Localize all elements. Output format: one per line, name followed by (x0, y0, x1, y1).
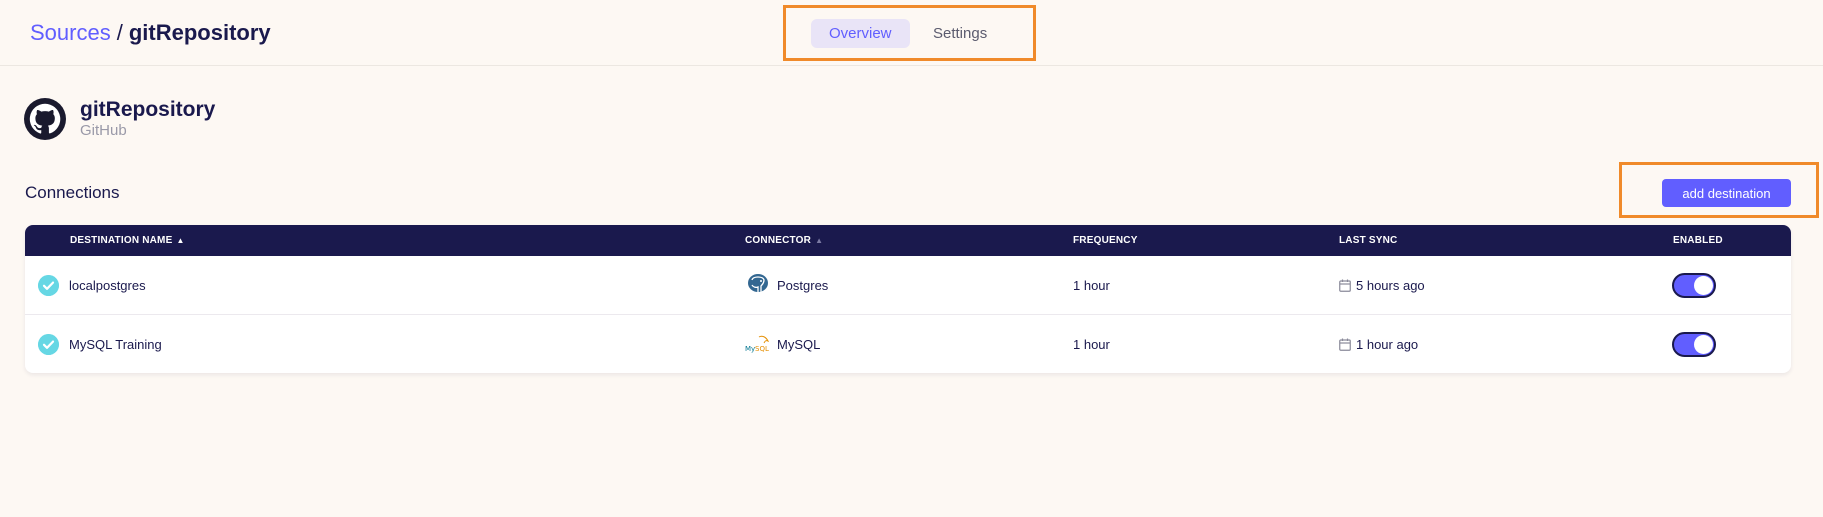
column-header-label: Destination Name (70, 235, 173, 246)
last-sync: 5 hours ago (1356, 277, 1425, 293)
sort-asc-icon: ▲ (176, 236, 185, 245)
connector-cell: Postgres (745, 256, 828, 314)
column-header-last-sync: Last Sync (1339, 235, 1398, 246)
column-header-destination-name[interactable]: Destination Name ▲ (70, 225, 185, 256)
mysql-icon: My SQL (745, 335, 770, 353)
add-destination-button[interactable]: add destination (1662, 179, 1791, 207)
last-sync-cell: 1 hour ago (1339, 315, 1418, 373)
table-row[interactable]: localpostgres Postgres 1 hour 5 hours ag… (25, 256, 1791, 314)
sort-inactive-icon: ▲ (815, 236, 824, 245)
connections-table: Destination Name ▲ Connector ▲ Frequency L… (25, 225, 1791, 373)
check-circle-icon (38, 334, 59, 355)
table-row[interactable]: MySQL Training My SQL MySQL 1 hour 1 hou… (25, 314, 1791, 372)
tab-overview[interactable]: Overview (811, 19, 910, 48)
connector-cell: My SQL MySQL (745, 315, 820, 373)
last-sync-cell: 5 hours ago (1339, 256, 1425, 314)
destination-name: localpostgres (69, 277, 146, 293)
breadcrumb-current: gitRepository (128, 20, 271, 45)
frequency: 1 hour (1073, 336, 1110, 352)
last-sync: 1 hour ago (1356, 336, 1419, 352)
destination-name: MySQL Training (69, 336, 162, 352)
column-header-frequency: Frequency (1073, 235, 1138, 246)
svg-text:SQL: SQL (755, 345, 769, 353)
column-header-enabled: Enabled (1673, 235, 1723, 246)
breadcrumb: Sources / gitRepository (30, 20, 271, 46)
svg-text:My: My (745, 345, 755, 353)
frequency: 1 hour (1073, 277, 1110, 293)
toggle-knob (1694, 276, 1713, 295)
enabled-toggle[interactable] (1672, 332, 1716, 357)
breadcrumb-separator: / (116, 20, 123, 45)
calendar-icon (1339, 338, 1351, 351)
breadcrumb-link-sources[interactable]: Sources (30, 20, 111, 45)
enabled-toggle[interactable] (1672, 273, 1716, 298)
column-header-label: Connector (745, 235, 812, 246)
postgres-icon (748, 274, 768, 296)
source-type: GitHub (80, 122, 127, 139)
check-circle-icon (38, 275, 59, 296)
connections-heading: Connections (25, 183, 120, 202)
connector-name: Postgres (777, 277, 829, 293)
calendar-icon (1339, 279, 1351, 292)
tab-settings[interactable]: Settings (915, 19, 1005, 48)
top-bar: Sources / gitRepository Overview Settings (0, 0, 1823, 66)
table-header: Destination Name ▲ Connector ▲ Frequency L… (25, 225, 1791, 256)
column-header-connector[interactable]: Connector ▲ (745, 225, 823, 256)
source-name: gitRepository (80, 98, 216, 121)
connector-name: MySQL (777, 336, 821, 352)
toggle-knob (1694, 335, 1713, 354)
github-icon (24, 98, 66, 140)
